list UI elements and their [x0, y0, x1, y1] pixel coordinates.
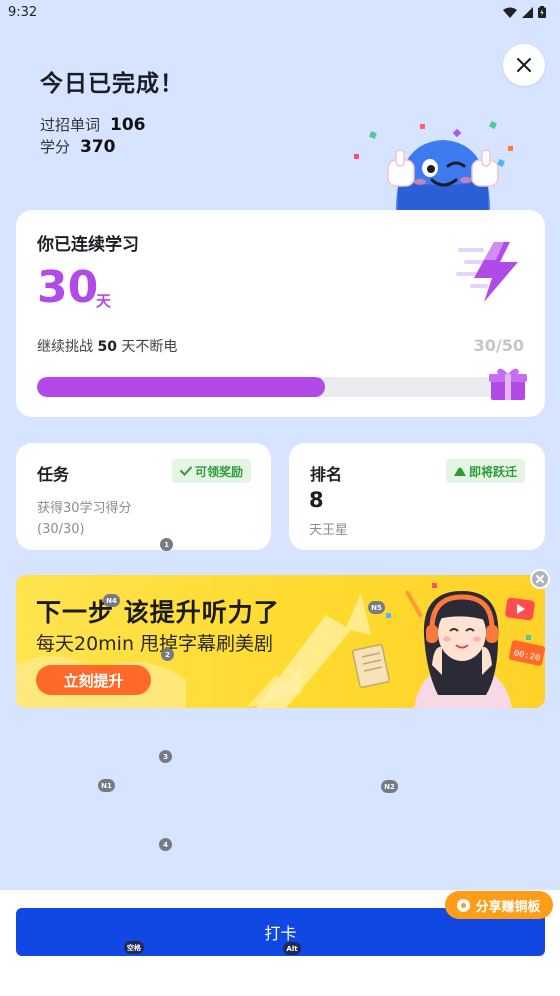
rank-title: 排名 [310, 465, 343, 484]
rank-card[interactable]: 排名 即将跃迁 8 天王星 [289, 443, 545, 550]
banner-close-button[interactable] [530, 569, 550, 589]
signal-icon [522, 6, 533, 18]
status-time: 9:32 [8, 4, 38, 20]
streak-progress-text: 30/50 [473, 336, 524, 355]
hint-marker-1: 1 [160, 538, 173, 551]
stat-words-value: 106 [110, 115, 146, 135]
task-badge-label: 可领奖励 [194, 464, 243, 479]
listening-girl-illustration: 00:20 [351, 583, 545, 708]
page-title: 今日已完成！ [40, 71, 184, 97]
close-icon [536, 575, 544, 583]
task-card[interactable]: 任务 可领奖励 获得30学习得分 (30/30) [16, 443, 271, 550]
wifi-icon [503, 7, 517, 18]
task-reward-badge[interactable]: 可领奖励 [171, 459, 251, 483]
stat-credits-value: 370 [80, 137, 116, 157]
challenge-prefix: 继续挑战 [37, 339, 93, 355]
lightning-icon [456, 242, 518, 302]
streak-challenge: 继续挑战 50 天不断电 [37, 336, 177, 356]
stat-words: 过招单词 106 [40, 114, 146, 135]
hint-marker-n1: N1 [98, 779, 115, 792]
streak-card: 你已连续学习 30 天 继续挑战 50 天不断电 30/50 [16, 210, 545, 417]
streak-unit: 天 [96, 292, 112, 310]
coin-icon [457, 898, 471, 912]
task-desc-line2: (30/30) [37, 522, 85, 537]
hint-marker-2: 2 [161, 648, 174, 661]
gift-icon[interactable] [489, 366, 527, 402]
close-icon [517, 58, 531, 72]
stat-words-label: 过招单词 [40, 116, 101, 134]
challenge-days: 50 [97, 339, 117, 355]
battery-icon [538, 6, 546, 18]
hint-marker-n5: N5 [368, 601, 385, 614]
hint-marker-alt: Alt [283, 942, 301, 955]
streak-progress-bar [37, 377, 517, 397]
close-button[interactable] [503, 44, 545, 86]
hint-marker-n2: N2 [381, 780, 398, 793]
streak-days: 30 [37, 262, 99, 313]
share-earn-button[interactable]: 分享赚铜板 [445, 891, 553, 919]
mountain-icon [453, 467, 466, 476]
mascot-illustration [354, 120, 513, 212]
rank-badge: 即将跃迁 [445, 459, 525, 483]
hint-marker-n4: N4 [103, 594, 120, 607]
challenge-suffix: 天不断电 [121, 339, 178, 355]
stat-credits: 学分 370 [40, 136, 116, 157]
task-title: 任务 [37, 465, 70, 484]
banner-cta-button[interactable]: 立刻提升 [36, 665, 151, 695]
hint-marker-4: 4 [159, 838, 172, 851]
rank-value: 8 [309, 488, 324, 512]
hint-marker-3: 3 [159, 750, 172, 763]
share-label: 分享赚铜板 [475, 899, 541, 915]
task-desc-line1: 获得30学习得分 [37, 501, 132, 516]
streak-progress-fill [37, 377, 325, 397]
task-description: 获得30学习得分 (30/30) [37, 498, 132, 540]
status-icons [503, 6, 546, 18]
rank-badge-label: 即将跃迁 [468, 464, 517, 479]
stat-credits-label: 学分 [40, 138, 71, 156]
rank-subtitle: 天王星 [309, 523, 349, 538]
status-bar: 9:32 [0, 0, 560, 24]
promo-banner[interactable]: 下一步 该提升听力了 每天20min 甩掉字幕刷美剧 立刻提升 00:20 [16, 575, 545, 708]
streak-title: 你已连续学习 [37, 235, 139, 255]
hint-marker-space: 空格 [124, 941, 144, 954]
check-icon [179, 466, 192, 476]
